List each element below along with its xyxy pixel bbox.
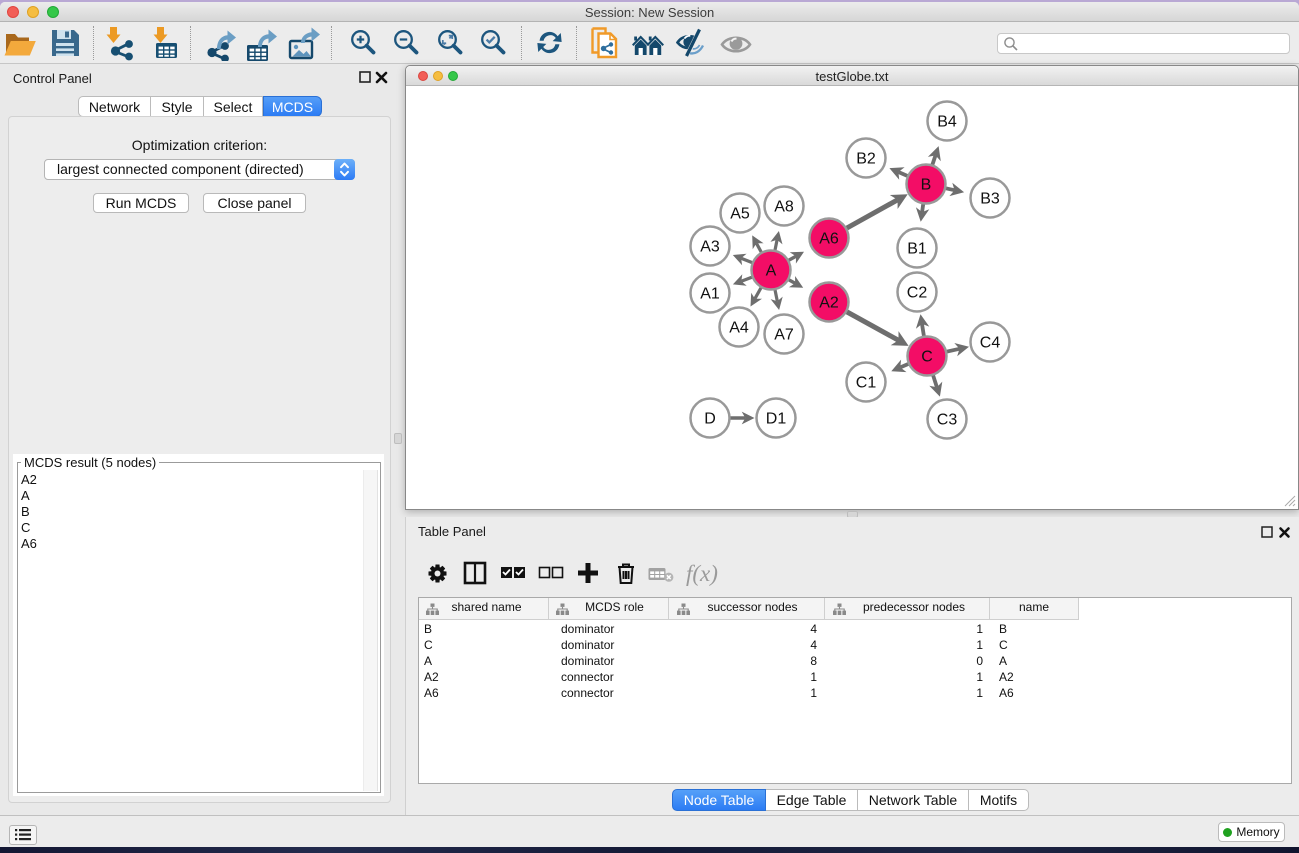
svg-text:C1: C1 [856,375,877,392]
svg-text:B: B [921,177,932,194]
svg-text:A5: A5 [730,206,750,223]
svg-text:B3: B3 [980,191,1000,208]
svg-text:A2: A2 [819,295,839,312]
svg-text:C4: C4 [980,335,1001,352]
svg-text:A6: A6 [819,231,839,248]
svg-text:D: D [704,411,716,428]
svg-text:A: A [766,263,777,280]
svg-text:D1: D1 [766,411,787,428]
svg-text:A1: A1 [700,286,720,303]
svg-text:A3: A3 [700,239,720,256]
svg-text:B1: B1 [907,241,927,258]
svg-text:C: C [921,349,933,366]
svg-text:A4: A4 [729,320,749,337]
svg-text:A8: A8 [774,199,794,216]
svg-text:B4: B4 [937,114,957,131]
svg-text:B2: B2 [856,151,876,168]
svg-text:C3: C3 [937,412,958,429]
svg-text:C2: C2 [907,285,928,302]
svg-text:A7: A7 [774,327,794,344]
